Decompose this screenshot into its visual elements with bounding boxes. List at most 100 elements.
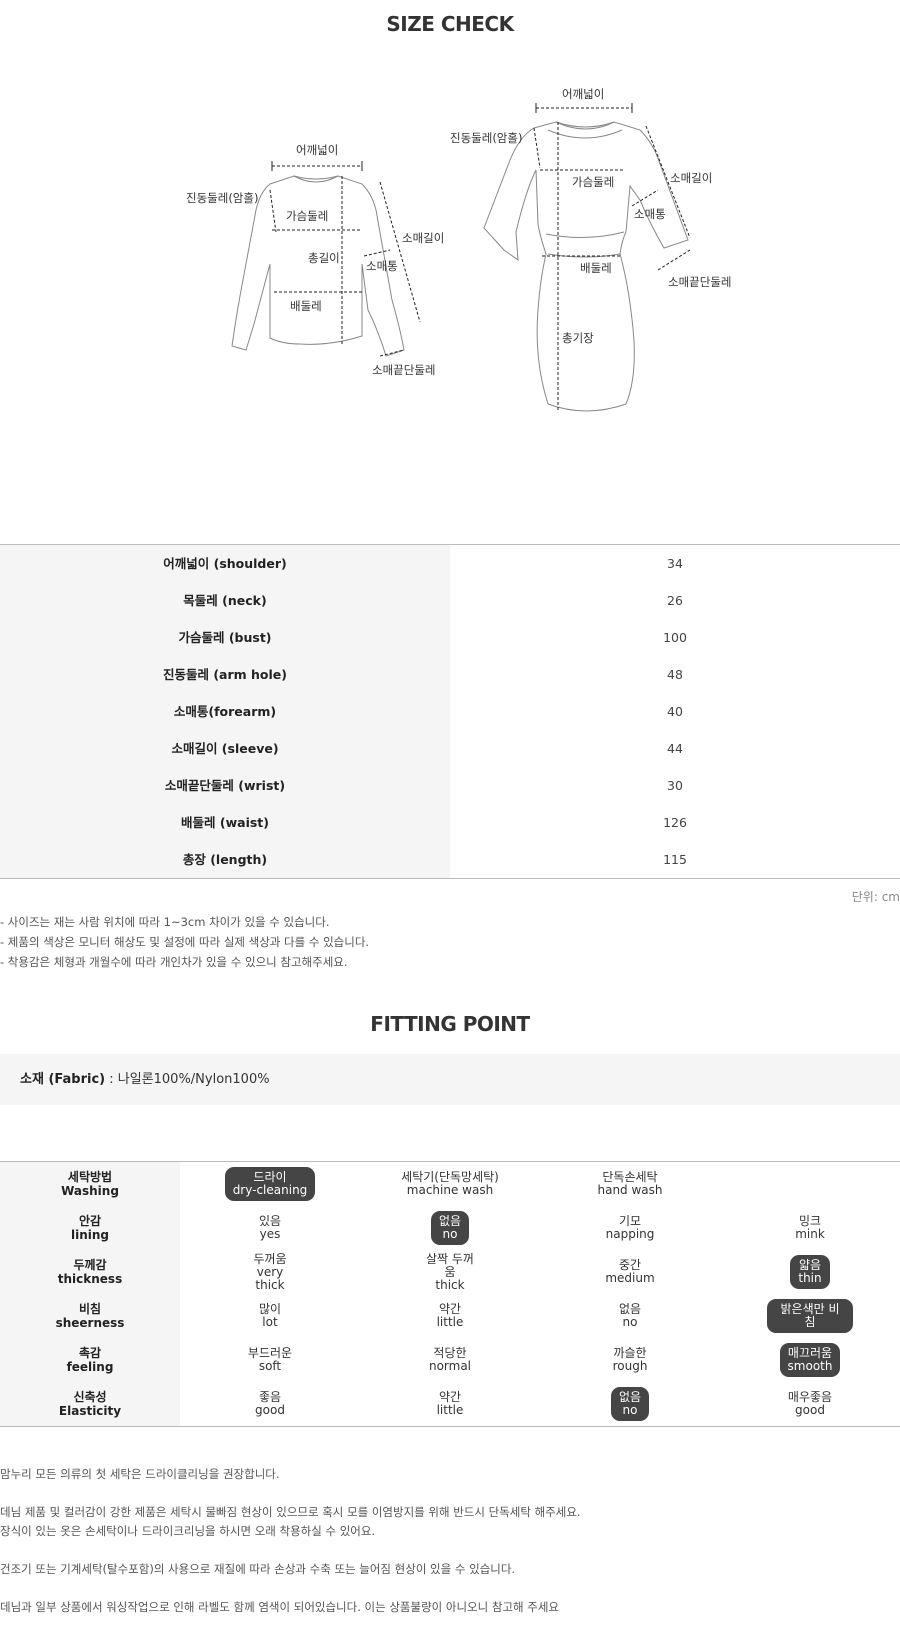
option-en: very thick [255, 1264, 285, 1292]
fabric-label: 소재 (Fabric) [20, 1072, 106, 1087]
fitting-cell: 단독손세탁 hand wash [540, 1162, 720, 1206]
fitting-option-selected: 매끄러움 smooth [779, 1343, 841, 1377]
note-line: - 착용감은 체형과 개월수에 따라 개인차가 있을 수 있으니 참고해주세요. [0, 955, 348, 969]
size-row: 어깨넓이 (shoulder) 34 [0, 545, 900, 582]
right-shoulder-label: 어깨넓이 [562, 87, 604, 101]
fitting-header: 세탁방법 Washing [0, 1162, 180, 1206]
fitting-header-en: feeling [66, 1360, 114, 1374]
right-length-label: 총기장 [562, 331, 594, 345]
fitting-header-ko: 두께감 [73, 1258, 107, 1272]
fitting-option: 좋음 good [249, 1388, 291, 1420]
fitting-option: 매우좋음 good [782, 1388, 838, 1420]
note-line: - 사이즈는 재는 사람 위치에 따라 1~3cm 차이가 있을 수 있습니다. [0, 915, 330, 929]
fitting-cell: 매우좋음 good [720, 1382, 900, 1426]
fitting-header-ko: 비침 [78, 1302, 102, 1316]
fitting-cell: 약간 little [360, 1382, 540, 1426]
size-row: 배둘레 (waist) 126 [0, 804, 900, 841]
fitting-option: 단독손세탁 hand wash [591, 1168, 668, 1200]
left-waist-label: 배둘레 [290, 299, 322, 313]
fitting-cell: 중간 medium [540, 1250, 720, 1294]
fabric-value: : 나일론100%/Nylon100% [105, 1072, 270, 1087]
left-shoulder-label: 어깨넓이 [296, 143, 338, 157]
fitting-cell: 까슬한 rough [540, 1338, 720, 1382]
fitting-row-feeling: 촉감 feeling 부드러운 soft 적당한 normal 까슬한 rough 매… [0, 1338, 900, 1382]
right-waist-label: 배둘레 [580, 261, 612, 275]
fitting-cell: 없음 no [540, 1294, 720, 1338]
fitting-cell: 많이 lot [180, 1294, 360, 1338]
size-table: 어깨넓이 (shoulder) 34 목둘레 (neck) 26 가슴둘레 (b… [0, 544, 900, 879]
fitting-option: 없음 no [613, 1300, 647, 1332]
option-en: little [436, 1315, 464, 1329]
fitting-option: 있음 yes [253, 1212, 287, 1244]
size-label: 목둘레 (neck) [0, 582, 450, 619]
option-en: thick [435, 1277, 465, 1292]
care-spacer [0, 1579, 581, 1598]
size-label: 배둘레 (waist) [0, 804, 450, 841]
left-wrist-label: 소매끝단둘레 [372, 363, 435, 377]
size-label: 소매끝단둘레 (wrist) [0, 767, 450, 804]
fitting-option-selected: 드라이 dry-cleaning [224, 1167, 316, 1201]
size-value: 34 [667, 556, 683, 571]
size-row: 소매길이 (sleeve) 44 [0, 730, 900, 767]
fitting-row-elasticity: 신축성 Elasticity 좋음 good 약간 little 없음 no 매우좋음… [0, 1382, 900, 1426]
fitting-option: 적당한 normal [423, 1344, 477, 1376]
fitting-cell: 밍크 mink [720, 1206, 900, 1250]
fitting-row-sheerness: 비침 sheerness 많이 lot 약간 little 없음 no 밝은색만 비침 [0, 1294, 900, 1338]
care-line: 데님 제품 및 컬러감이 강한 제품은 세탁시 물빠짐 현상이 있으므로 혹시 … [0, 1505, 581, 1519]
fitting-header-en: Elasticity [58, 1404, 122, 1418]
fitting-option: 많이 lot [253, 1300, 287, 1332]
fitting-option: 세탁기(단독망세탁) machine wash [395, 1168, 505, 1200]
size-value: 126 [663, 815, 687, 830]
fitting-cell: 좋음 good [180, 1382, 360, 1426]
fitting-option: 부드러운 soft [242, 1344, 298, 1376]
option-en: smooth [787, 1359, 833, 1373]
fitting-cell: 없음 no [540, 1382, 720, 1426]
size-value: 115 [663, 852, 687, 867]
fitting-header: 촉감 feeling [0, 1338, 180, 1382]
fitting-option-selected: 얇음 thin [790, 1255, 830, 1289]
size-label: 총장 (length) [0, 841, 450, 878]
fitting-option: 두꺼움 very thick [239, 1250, 301, 1295]
fitting-option: 까슬한 rough [607, 1344, 654, 1376]
fitting-cell: 두꺼움 very thick [180, 1250, 360, 1294]
care-instructions: 맘누리 모든 의류의 첫 세탁은 드라이클리닝을 권장합니다. 데님 제품 및 … [0, 1465, 581, 1617]
size-row: 소매통(forearm) 40 [0, 693, 900, 730]
size-value: 26 [667, 593, 683, 608]
fitting-option-selected: 없음 no [610, 1387, 650, 1421]
fitting-header-en: sheerness [55, 1316, 125, 1330]
right-forearm-label: 소매통 [634, 207, 666, 221]
fitting-cell: 약간 little [360, 1294, 540, 1338]
size-row: 진동둘레 (arm hole) 48 [0, 656, 900, 693]
option-en: thin [798, 1271, 822, 1285]
option-en: napping [605, 1227, 655, 1241]
option-en: no [622, 1403, 638, 1417]
fitting-header-ko: 촉감 [78, 1346, 102, 1360]
fitting-cell: 없음 no [360, 1206, 540, 1250]
fitting-cell: 매끄러움 smooth [720, 1338, 900, 1382]
size-notes: - 사이즈는 재는 사람 위치에 따라 1~3cm 차이가 있을 수 있습니다.… [0, 912, 369, 972]
fitting-point-title: FITTING POINT [370, 1012, 530, 1036]
option-en: rough [612, 1359, 648, 1373]
fitting-cell: 기모 napping [540, 1206, 720, 1250]
size-value: 30 [667, 778, 683, 793]
option-en: no [622, 1315, 638, 1329]
fitting-option: 약간 little [431, 1388, 470, 1420]
option-ko: 두꺼움 [253, 1251, 287, 1266]
fitting-header: 두께감 thickness [0, 1250, 180, 1294]
size-value: 44 [667, 741, 683, 756]
fitting-cell: 부드러운 soft [180, 1338, 360, 1382]
option-ko: 살짝 두꺼움 [426, 1251, 474, 1279]
option-en: good [795, 1403, 825, 1417]
fitting-header-ko: 세탁방법 [67, 1170, 113, 1184]
fitting-cell: 살짝 두꺼움 thick [360, 1250, 540, 1294]
size-row: 가슴둘레 (bust) 100 [0, 619, 900, 656]
size-row: 소매끝단둘레 (wrist) 30 [0, 767, 900, 804]
option-en: yes [259, 1227, 281, 1241]
fitting-header-en: Washing [61, 1184, 119, 1198]
size-row: 목둘레 (neck) 26 [0, 582, 900, 619]
option-en: little [436, 1403, 464, 1417]
left-length-label: 총길이 [308, 251, 340, 265]
fitting-option: 기모 napping [600, 1212, 661, 1244]
fitting-option: 중간 medium [599, 1256, 660, 1288]
option-en: dry-cleaning [232, 1183, 308, 1197]
